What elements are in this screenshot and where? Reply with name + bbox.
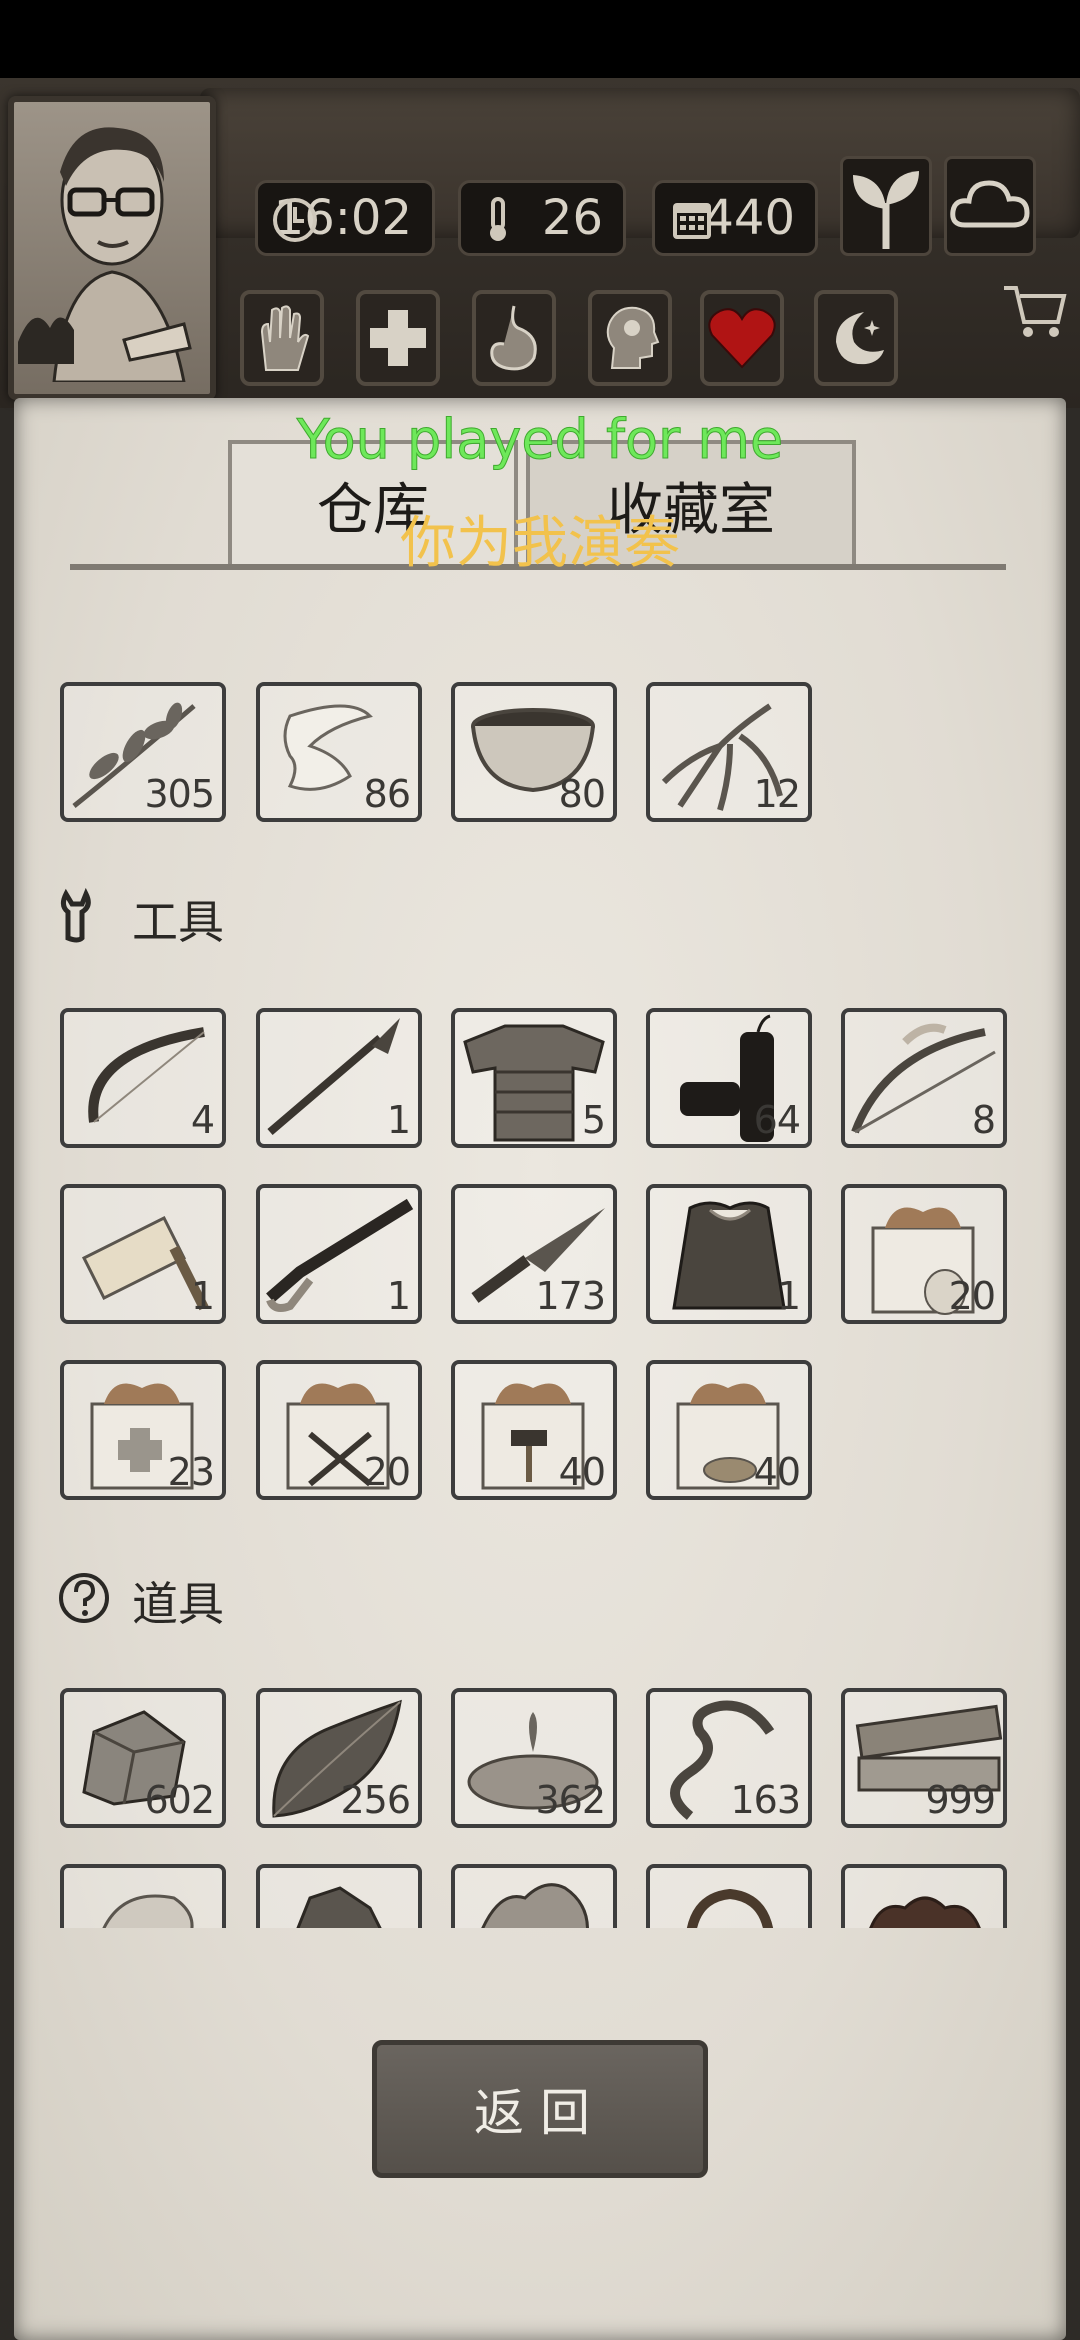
- item-slot-ore[interactable]: [256, 1864, 422, 1928]
- item-slot-bowl[interactable]: 80: [451, 682, 617, 822]
- item-count: 20: [948, 1274, 996, 1318]
- question-icon: [59, 1573, 109, 1623]
- item-count: 40: [558, 1450, 606, 1494]
- item-slot-firecracker[interactable]: 64: [646, 1008, 812, 1148]
- item-slot-bow[interactable]: 4: [60, 1008, 226, 1148]
- item-slot-stone[interactable]: 602: [60, 1688, 226, 1828]
- item-slot-gift-box-wood[interactable]: 40: [646, 1360, 812, 1500]
- section-tools-title: 工具: [132, 895, 224, 949]
- rock-icon: [102, 1894, 194, 1928]
- section-props-title: 道具: [132, 1577, 224, 1631]
- item-count: 64: [753, 1098, 801, 1142]
- item-slot-leaf[interactable]: 256: [256, 1688, 422, 1828]
- inventory-scroll-area[interactable]: 305 86 80 12 工具 4 1 5 64 8 1 1 173 1 20 …: [0, 0, 1080, 1928]
- item-slot-gift-box-weapons[interactable]: 20: [256, 1360, 422, 1500]
- item-count: 8: [971, 1098, 996, 1142]
- item-slot-rope[interactable]: [646, 1864, 812, 1928]
- item-count: 23: [167, 1450, 215, 1494]
- item-count: 1: [386, 1098, 411, 1142]
- clay-icon: [869, 1896, 981, 1928]
- fiber-icon: [481, 1883, 589, 1928]
- item-slot-water[interactable]: 362: [451, 1688, 617, 1828]
- item-slot-kunai[interactable]: 173: [451, 1184, 617, 1324]
- item-count: 173: [535, 1274, 606, 1318]
- item-slot-fiber[interactable]: [451, 1864, 617, 1928]
- item-count: 362: [535, 1778, 606, 1822]
- item-slot-clay[interactable]: [841, 1864, 1007, 1928]
- item-slot-rock[interactable]: [60, 1864, 226, 1928]
- item-slot-bandage[interactable]: 86: [256, 682, 422, 822]
- item-count: 20: [363, 1450, 411, 1494]
- item-count: 602: [144, 1778, 215, 1822]
- wrench-icon: [60, 888, 91, 943]
- item-slot-vine[interactable]: 163: [646, 1688, 812, 1828]
- item-count: 1: [776, 1274, 801, 1318]
- item-slot-gift-box-seeds[interactable]: 20: [841, 1184, 1007, 1324]
- item-slot-ginseng[interactable]: 12: [646, 682, 812, 822]
- item-count: 4: [190, 1098, 215, 1142]
- item-slot-gift-box-medical[interactable]: 23: [60, 1360, 226, 1500]
- item-count: 40: [753, 1450, 801, 1494]
- item-slot-gift-box-hammer[interactable]: 40: [451, 1360, 617, 1500]
- item-slot-herb[interactable]: 305: [60, 682, 226, 822]
- rope-icon: [686, 1888, 774, 1928]
- item-slot-armor[interactable]: 5: [451, 1008, 617, 1148]
- item-count: 5: [581, 1098, 606, 1142]
- item-count: 1: [386, 1274, 411, 1318]
- ore-icon: [296, 1886, 382, 1928]
- item-count: 305: [144, 772, 215, 816]
- item-count: 80: [558, 772, 606, 816]
- item-slot-flashlight[interactable]: 1: [60, 1184, 226, 1324]
- item-slot-fur-coat[interactable]: 1: [646, 1184, 812, 1324]
- item-count: 256: [340, 1778, 411, 1822]
- overlay-english-text: You played for me: [296, 408, 784, 472]
- item-slot-planks[interactable]: 999: [841, 1688, 1007, 1828]
- item-count: 86: [363, 772, 411, 816]
- item-count: 1: [190, 1274, 215, 1318]
- item-slot-rifle[interactable]: 1: [256, 1184, 422, 1324]
- item-slot-crossbow[interactable]: 8: [841, 1008, 1007, 1148]
- item-count: 163: [730, 1778, 801, 1822]
- back-button[interactable]: 返回: [372, 2040, 708, 2178]
- item-count: 999: [925, 1778, 996, 1822]
- item-count: 12: [753, 772, 801, 816]
- overlay-chinese-text: 你为我演奏: [400, 511, 680, 576]
- item-slot-spear[interactable]: 1: [256, 1008, 422, 1148]
